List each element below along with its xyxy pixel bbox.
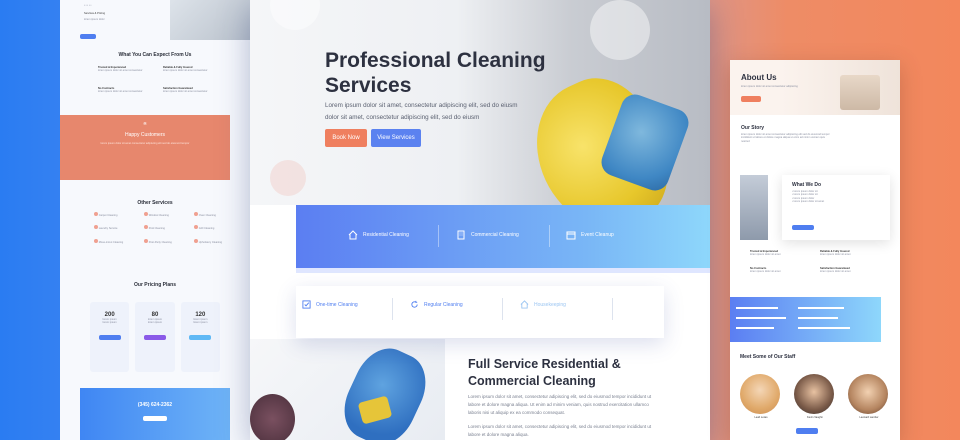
phone-number: (345) 624-2362 [137, 402, 173, 408]
pricing-button[interactable] [98, 334, 121, 340]
blue-glove-image [333, 339, 437, 440]
hero-button[interactable] [80, 34, 96, 39]
other-services-grid: Carpet Cleaning Window Cleaning Oven Cle… [94, 212, 244, 244]
contact-button[interactable] [143, 416, 167, 421]
service-event[interactable]: Event Cleanup [566, 230, 614, 240]
bubble-decoration [270, 160, 306, 196]
avatar [794, 374, 834, 414]
pricing-cards: 200 lorem ipsum lorem ipsum 80 lorem ipsu… [90, 302, 220, 372]
pricing-button[interactable] [189, 334, 212, 340]
bubble-decoration [590, 0, 650, 60]
services-bar: Residential Cleaning Commercial Cleaning… [296, 205, 710, 268]
staff-title: Meet Some of Our Staff [740, 354, 796, 360]
services-card: One-time Cleaning Regular Cleaning House… [296, 286, 664, 338]
bubble-decoration [270, 0, 320, 30]
feature-grid: Trusted & Experienced lorem ipsum dolor s… [750, 250, 851, 274]
other-services-title: Other Services [137, 200, 173, 206]
quote-icon: “ [143, 121, 147, 132]
cleaning-photo [250, 339, 445, 440]
service-housekeeping[interactable]: Housekeeping [520, 300, 566, 309]
pricing-button[interactable] [143, 334, 166, 340]
pricing-card: 120 lorem ipsum lorem ipsum [180, 302, 220, 372]
full-service-p1: Lorem ipsum dolor sit amet, consectetur … [468, 394, 652, 415]
staff-member: Kevin Vaughn [794, 374, 836, 419]
building-icon [457, 230, 465, 240]
object-image [250, 394, 295, 440]
pricing-card: 200 lorem ipsum lorem ipsum [90, 302, 130, 372]
house-icon [520, 300, 529, 309]
book-now-button[interactable]: Book Now [325, 129, 367, 147]
house-icon [348, 230, 358, 240]
staff-member: Leah Lewis [740, 374, 782, 419]
about-button[interactable] [741, 96, 761, 102]
full-service-title: Full Service Residential & Commercial Cl… [468, 357, 621, 388]
calendar-icon [566, 231, 576, 240]
left-preview-page: • • • • • Services & Pricing lorem ipsum… [60, 0, 250, 440]
view-services-button[interactable]: View Services [371, 129, 421, 147]
expect-grid: Trusted & Experienced lorem ipsum dolor s… [98, 66, 208, 94]
service-regular[interactable]: Regular Cleaning [410, 300, 463, 309]
staff-row: Leah Lewis Kevin Vaughn Leonard Lamber [740, 374, 890, 419]
refresh-icon [411, 300, 418, 308]
services-pricing-link[interactable]: Services & Pricing [84, 12, 105, 15]
checkbox-icon [302, 300, 311, 309]
what-we-do-button[interactable] [792, 225, 814, 230]
service-one-time[interactable]: One-time Cleaning [302, 300, 358, 309]
hero-section: Professional Cleaning Services Lorem ips… [250, 0, 710, 205]
stats-band [730, 297, 881, 342]
service-commercial[interactable]: Commercial Cleaning [456, 230, 519, 240]
avatar [740, 374, 780, 414]
what-we-do-card: What We Do • lorem ipsum dolor sit • lore… [782, 175, 890, 240]
staff-button[interactable] [796, 428, 818, 434]
pricing-title: Our Pricing Plans [134, 282, 176, 288]
hero-title: Professional Cleaning Services [325, 49, 546, 97]
expect-title: What You Can Expect From Us [118, 52, 192, 58]
hero-subtitle: Lorem ipsum dolor sit amet, consectetur … [325, 102, 518, 121]
supplies-image [840, 75, 880, 110]
story-title: Our Story [741, 125, 765, 131]
avatar [848, 374, 888, 414]
contact-band: (345) 624-2362 [80, 388, 230, 440]
mop-image [740, 175, 768, 240]
full-service-p2: Lorem ipsum dolor sit amet, consectetur … [468, 424, 652, 437]
about-preview-page: About Us lorem ipsum dolor sit amet cons… [730, 60, 900, 440]
hero-photo [170, 0, 250, 40]
about-title: About Us [741, 73, 777, 82]
happy-customers: Happy Customers [124, 132, 165, 138]
testimonial-band: “ Happy Customers lorem ipsum dolor sit … [60, 115, 230, 180]
about-hero: About Us lorem ipsum dolor sit amet cons… [730, 60, 900, 115]
pricing-card: 80 lorem ipsum lorem ipsum [135, 302, 175, 372]
service-residential[interactable]: Residential Cleaning [348, 230, 409, 240]
staff-member: Leonard Lamber [848, 374, 890, 419]
